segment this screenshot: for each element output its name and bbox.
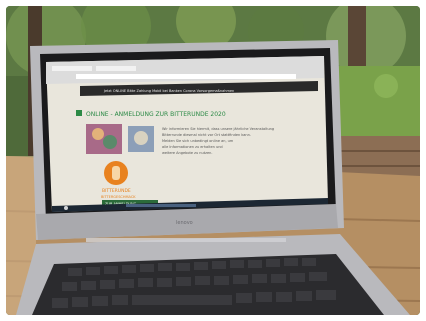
start-icon	[64, 206, 68, 210]
browser-tab	[52, 66, 92, 71]
laptop-brand: lenovo	[176, 220, 193, 226]
logo-subtext: BITTERGESCHMACK	[101, 195, 136, 199]
body-line: Melden Sie sich unbedingt online an, um	[162, 139, 234, 143]
photo-stage: Jetzt ONLINE Bitte Zahlung Mobil bei Ban…	[0, 0, 426, 321]
logo-text: BITTERUNDE	[102, 188, 131, 194]
hinge	[86, 238, 286, 242]
body-line: alle Informationen zu erhalten und	[162, 145, 223, 149]
body-line: Wir informieren Sie hiermit, dass unsere…	[162, 127, 274, 131]
laptop-photo: Jetzt ONLINE Bitte Zahlung Mobil bei Ban…	[6, 6, 420, 315]
body-line: Bitterrunde diesmal nicht vor Ort stattf…	[162, 133, 251, 137]
taskbar-apps	[126, 204, 196, 207]
browser-tab	[96, 66, 136, 71]
body-line: weitere Angebote zu nutzen.	[162, 151, 212, 155]
site-banner-text: Jetzt ONLINE Bitte Zahlung Mobil bei Ban…	[103, 89, 234, 93]
heading-bullet	[76, 110, 82, 116]
address-bar	[76, 74, 296, 79]
page-heading: ONLINE - ANMELDUNG ZUR BITTERUNDE 2020	[86, 111, 226, 118]
photo-frame: Jetzt ONLINE Bitte Zahlung Mobil bei Ban…	[6, 6, 420, 315]
